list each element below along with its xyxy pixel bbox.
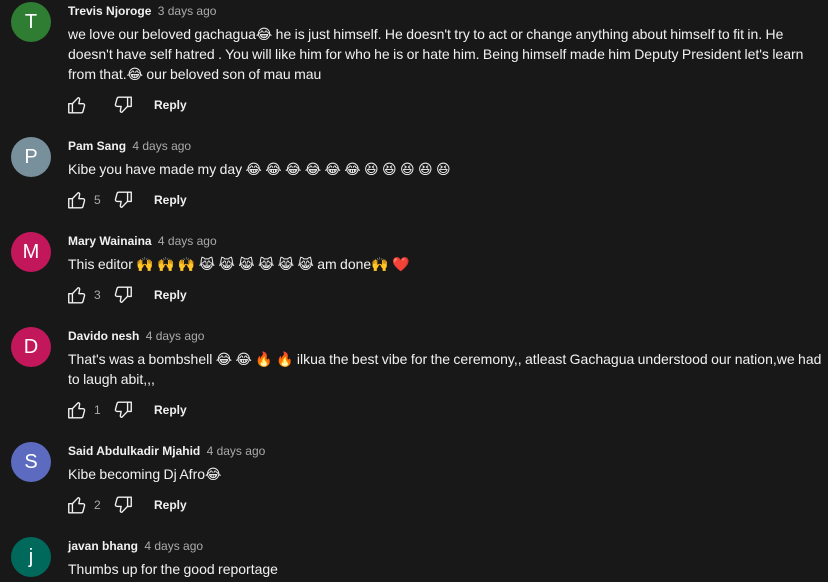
author-name[interactable]: Pam Sang bbox=[68, 139, 126, 153]
like-count: 3 bbox=[94, 288, 101, 302]
comment-actions: 1 Reply bbox=[66, 398, 187, 422]
avatar[interactable]: D bbox=[11, 327, 51, 367]
thumbs-down-icon[interactable] bbox=[112, 399, 134, 421]
comment-timestamp[interactable]: 4 days ago bbox=[146, 329, 205, 343]
avatar[interactable]: j bbox=[11, 537, 51, 577]
comment-timestamp[interactable]: 4 days ago bbox=[144, 539, 203, 553]
comment-header: javan bhang 4 days ago bbox=[68, 538, 203, 554]
comments-section: T Trevis Njoroge 3 days ago we love our … bbox=[0, 0, 828, 582]
like-count: 5 bbox=[94, 193, 101, 207]
thumbs-down-icon[interactable] bbox=[112, 494, 134, 516]
comment-text: This editor 🙌 🙌 🙌 😹 😹 😹 😹 😹 😹 am done🙌 ❤… bbox=[68, 256, 410, 272]
reply-button[interactable]: Reply bbox=[154, 288, 187, 302]
reply-button[interactable]: Reply bbox=[154, 98, 187, 112]
thumbs-up-icon[interactable] bbox=[66, 189, 88, 211]
comment-text: we love our beloved gachagua😂 he is just… bbox=[68, 26, 804, 82]
comment-actions: 5 Reply bbox=[66, 188, 187, 212]
author-name[interactable]: Trevis Njoroge bbox=[68, 4, 151, 18]
reply-button[interactable]: Reply bbox=[154, 193, 187, 207]
avatar[interactable]: T bbox=[11, 2, 51, 42]
comment-header: Trevis Njoroge 3 days ago bbox=[68, 3, 216, 19]
thumbs-down-icon[interactable] bbox=[112, 189, 134, 211]
comment-header: Mary Wainaina 4 days ago bbox=[68, 233, 217, 249]
reply-button[interactable]: Reply bbox=[154, 403, 187, 417]
comment-timestamp[interactable]: 4 days ago bbox=[132, 139, 191, 153]
comment-timestamp[interactable]: 4 days ago bbox=[158, 234, 217, 248]
comment-timestamp[interactable]: 3 days ago bbox=[158, 4, 217, 18]
thumbs-down-icon[interactable] bbox=[112, 94, 134, 116]
comment-text: That's was a bombshell 😂 😂 🔥 🔥 ilkua the… bbox=[68, 351, 822, 387]
avatar[interactable]: M bbox=[11, 232, 51, 272]
thumbs-up-icon[interactable] bbox=[66, 94, 88, 116]
avatar[interactable]: P bbox=[11, 137, 51, 177]
comment-text: Thumbs up for the good reportage bbox=[68, 561, 278, 577]
comment-actions: Reply bbox=[66, 93, 187, 117]
comment-text: Kibe you have made my day 😂 😂 😂 😂 😂 😂 😆 … bbox=[68, 161, 451, 177]
comment-actions: 2 Reply bbox=[66, 493, 187, 517]
comment-header: Said Abdulkadir Mjahid 4 days ago bbox=[68, 443, 265, 459]
author-name[interactable]: javan bhang bbox=[68, 539, 138, 553]
comment-timestamp[interactable]: 4 days ago bbox=[207, 444, 266, 458]
thumbs-up-icon[interactable] bbox=[66, 494, 88, 516]
avatar[interactable]: S bbox=[11, 442, 51, 482]
comment-text: Kibe becoming Dj Afro😂 bbox=[68, 466, 222, 482]
author-name[interactable]: Davido nesh bbox=[68, 329, 139, 343]
thumbs-up-icon[interactable] bbox=[66, 284, 88, 306]
like-count: 1 bbox=[94, 403, 101, 417]
comment-header: Davido nesh 4 days ago bbox=[68, 328, 204, 344]
thumbs-up-icon[interactable] bbox=[66, 399, 88, 421]
author-name[interactable]: Said Abdulkadir Mjahid bbox=[68, 444, 200, 458]
comment-header: Pam Sang 4 days ago bbox=[68, 138, 191, 154]
reply-button[interactable]: Reply bbox=[154, 498, 187, 512]
author-name[interactable]: Mary Wainaina bbox=[68, 234, 152, 248]
thumbs-down-icon[interactable] bbox=[112, 284, 134, 306]
like-count: 2 bbox=[94, 498, 101, 512]
comment-actions: 3 Reply bbox=[66, 283, 187, 307]
